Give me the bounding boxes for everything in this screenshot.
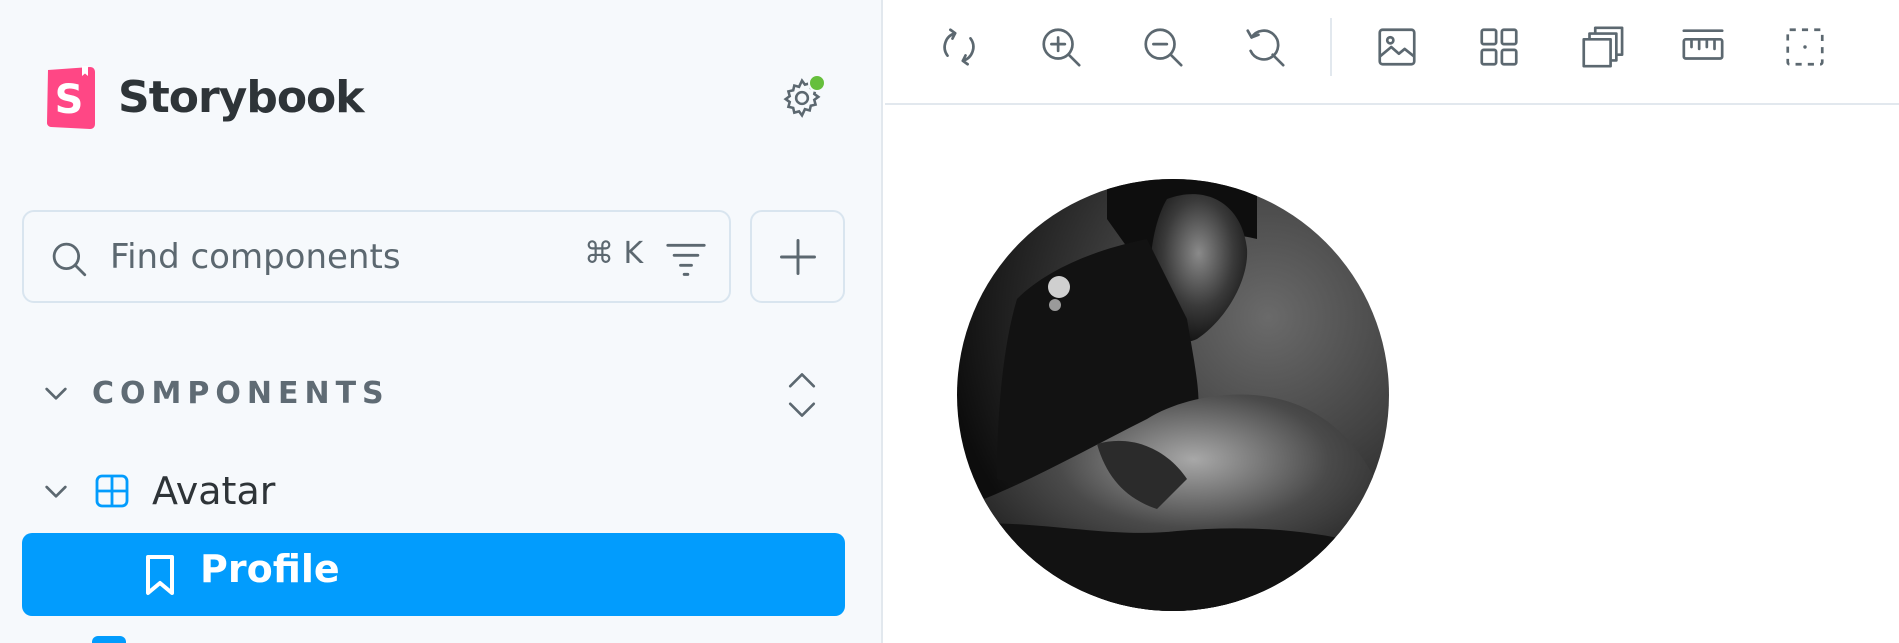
outline-button[interactable] (1780, 22, 1830, 72)
viewport-button[interactable] (1576, 22, 1626, 72)
zoom-in-icon (1042, 28, 1081, 67)
remount-button[interactable] (934, 22, 984, 72)
story-item-label: Profile (200, 547, 340, 591)
avatar-image (957, 179, 1389, 611)
measure-icon (1682, 29, 1724, 60)
tree-item-avatar[interactable]: Avatar (40, 466, 275, 516)
section-components-header[interactable]: COMPONENTS (40, 368, 840, 418)
filter-icon[interactable] (664, 238, 708, 278)
reset-zoom-icon (1246, 29, 1285, 67)
section-title: COMPONENTS (92, 375, 390, 411)
grid-button[interactable] (1474, 22, 1524, 72)
bookmark-icon (146, 555, 174, 595)
settings-button[interactable] (776, 72, 828, 124)
search-icon (52, 242, 87, 277)
preview-canvas (885, 107, 1899, 643)
toolbar-separator (1330, 18, 1332, 76)
svg-text:S: S (55, 77, 84, 123)
plus-icon (779, 238, 816, 275)
chevron-down-icon (45, 485, 67, 498)
story-item-profile[interactable]: Profile (22, 533, 845, 616)
remount-icon (943, 28, 975, 66)
brand-name: Storybook (118, 71, 365, 123)
storybook-app: S Storybook ⌘ K (0, 0, 1899, 643)
component-icon (95, 474, 129, 508)
zoom-out-button[interactable] (1138, 22, 1188, 72)
zoom-in-button[interactable] (1036, 22, 1086, 72)
sidebar: S Storybook ⌘ K (0, 0, 883, 643)
chevron-down-icon (45, 387, 67, 400)
reset-zoom-button[interactable] (1240, 22, 1290, 72)
search-shortcut: ⌘ K (584, 236, 644, 271)
toolbar (885, 0, 1899, 105)
outline-icon (1786, 28, 1824, 66)
measure-button[interactable] (1678, 22, 1728, 72)
search-box[interactable]: ⌘ K (22, 210, 731, 303)
background-button[interactable] (1372, 22, 1422, 72)
brand[interactable]: S Storybook (44, 62, 365, 132)
grid-icon (1480, 28, 1518, 66)
tree-item-label: Avatar (152, 469, 276, 513)
viewport-icon (1582, 26, 1624, 68)
expand-collapse-icon[interactable] (784, 370, 820, 420)
background-icon (1378, 28, 1416, 66)
status-dot (808, 74, 826, 92)
zoom-out-icon (1144, 28, 1183, 67)
search-input[interactable] (110, 222, 550, 292)
storybook-logo-icon: S (47, 66, 95, 129)
next-tree-item-icon (92, 636, 126, 643)
add-story-button[interactable] (750, 210, 845, 303)
